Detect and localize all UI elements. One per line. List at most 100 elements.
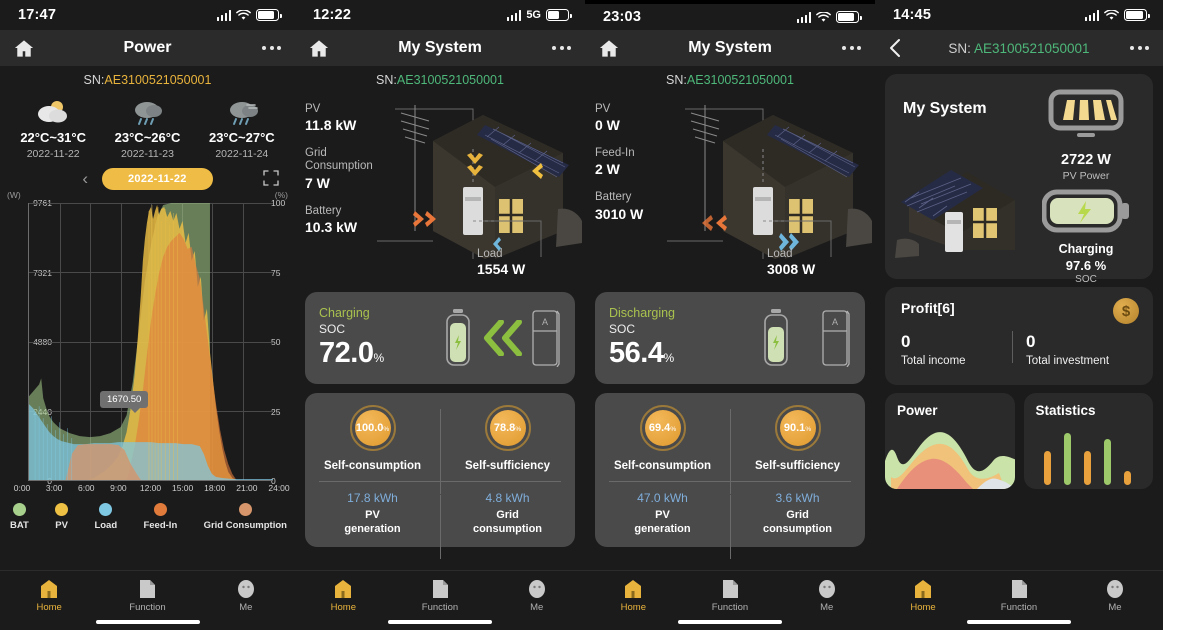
investment-label: Total investment [1026,355,1110,367]
tab-home[interactable]: Home [295,579,392,613]
statistics-mini-card[interactable]: Statistics [1023,393,1153,489]
tab-function[interactable]: Function [392,579,489,613]
more-icon[interactable] [552,46,571,50]
expand-icon[interactable] [263,170,279,186]
statistics-amounts: 17.8 kWh PV generation 4.8 kWh Grid cons… [305,482,575,558]
more-icon[interactable] [262,46,281,50]
more-icon[interactable] [1130,46,1149,50]
home-icon[interactable] [14,39,34,58]
self-consumption-stat[interactable]: 100.0% Self-consumption [305,405,440,472]
legend-item[interactable]: PV [55,503,69,531]
home-icon[interactable] [309,39,329,58]
legend-label: PV [55,520,68,531]
cellular-signal-icon [216,9,231,21]
mini-card-title: Statistics [1035,403,1096,418]
home-indicator [388,620,492,624]
pv-generation-stat: 47.0 kWh PV generation [595,491,730,537]
soc-label: SOC [1075,274,1097,285]
system-diagram: PV 11.8 kW Grid Consumption 7 W Battery … [295,91,585,283]
more-icon[interactable] [842,46,861,50]
selected-date-pill[interactable]: 2022-11-22 [102,168,213,190]
system-overview-card[interactable]: My System 2722 W PV Power Charging 97.6 … [885,74,1153,285]
tab-home[interactable]: Home [0,579,98,613]
system-metrics: PV 0 W Feed-In 2 W Battery 3010 W [585,91,667,283]
document-icon [392,579,489,599]
progress-ring: 90.1% [774,405,821,451]
legend-item[interactable]: Load [94,503,117,531]
legend-label: Feed-In [143,520,178,531]
legend-item[interactable]: Feed-In [143,503,177,531]
tab-function[interactable]: Function [971,579,1067,613]
ring-unit: % [383,426,390,433]
weather-day: 23°C~26°C 2022-11-23 [100,95,194,160]
partly-cloudy-icon [6,95,100,129]
stat-amount: 3.6 kWh [775,491,820,505]
tab-label: Function [711,602,749,613]
status-time: 17:47 [18,7,57,23]
mini-card-title: Power [897,403,938,418]
battery-icon [546,9,572,21]
tab-me[interactable]: Me [1067,579,1163,613]
ring-value: 100.0 [355,422,384,434]
battery-icon [256,9,282,21]
tab-home[interactable]: Home [875,579,971,613]
person-icon [778,579,875,599]
sn-label: SN: [948,40,971,56]
progress-ring: 78.8% [484,405,531,451]
power-mini-card[interactable]: Power [885,393,1015,489]
metric-value: 7 W [305,174,330,191]
y-axis-labels: 97617321 488024400 [33,198,52,486]
legend-item[interactable]: BAT [10,503,29,531]
tab-label: Me [1108,602,1122,613]
soc-label: SOC [319,322,346,336]
chevron-left-icon[interactable] [889,38,901,58]
soc-value: 56.4 [609,337,664,369]
chart-series [29,203,273,480]
battery-soc-card[interactable]: Discharging SOC 56.4% A [595,292,865,384]
document-icon [971,579,1067,599]
legend-swatch [12,503,26,516]
serial-number-line: SN:AE3100521050001 [295,66,585,91]
chevron-left-icon[interactable]: ‹ [82,169,88,189]
stat-amount: 17.8 kWh [347,491,398,505]
profit-card[interactable]: Profit[6] $ 0 Total income 0 Total inves… [885,287,1153,385]
weather-temp: 23°C~27°C [208,130,275,145]
self-sufficiency-stat[interactable]: 78.8% Self-sufficiency [440,405,575,494]
grid-consumption-stat: 3.6 kWh Grid consumption [730,491,865,558]
tab-home[interactable]: Home [585,579,682,613]
grid-consumption-stat: 4.8 kWh Grid consumption [440,491,575,558]
tab-bar: Home Function Me [0,570,295,630]
progress-ring: 69.4% [639,405,686,451]
weather-forecast: 22°C~31°C 2022-11-22 23°C~26°C 2022-11-2… [0,91,295,162]
tab-label: Home [620,602,646,613]
legend-swatch [55,503,69,516]
system-diagram: PV 0 W Feed-In 2 W Battery 3010 W Load 3… [585,91,875,283]
tab-me[interactable]: Me [778,579,875,613]
self-sufficiency-stat[interactable]: 90.1% Self-sufficiency [730,405,865,494]
legend-item[interactable]: Grid Consumption [204,503,287,531]
metric-key: PV [305,103,321,115]
page-title: My System [688,39,772,56]
sn-value: AE3100521050001 [973,40,1090,56]
chart-tooltip: 1670.50 [100,391,149,413]
power-chart[interactable]: 97617321 488024400 10075 50250 [28,198,285,486]
self-consumption-stat[interactable]: 69.4% Self-consumption [595,405,730,472]
nav-bar: My System [295,30,585,66]
soc-unit: % [373,351,384,365]
metric-value: 0 W [595,117,620,134]
home-icon[interactable] [599,39,619,58]
house-illustration: Load 3008 W [667,91,875,283]
legend-swatch [238,503,252,516]
tab-label: Home [330,602,356,613]
tab-me[interactable]: Me [488,579,585,613]
statistics-amounts: 47.0 kWh PV generation 3.6 kWh Grid cons… [595,482,865,558]
battery-soc-card[interactable]: Charging SOC 72.0% A [305,292,575,384]
tab-bar: Home Function Me [875,570,1163,630]
home-indicator [678,620,782,624]
tab-function[interactable]: Function [98,579,196,613]
tab-function[interactable]: Function [682,579,779,613]
battery-flow-art: A [761,309,851,367]
tab-me[interactable]: Me [197,579,295,613]
sn-label: SN: [83,73,105,87]
person-icon [1067,579,1163,599]
